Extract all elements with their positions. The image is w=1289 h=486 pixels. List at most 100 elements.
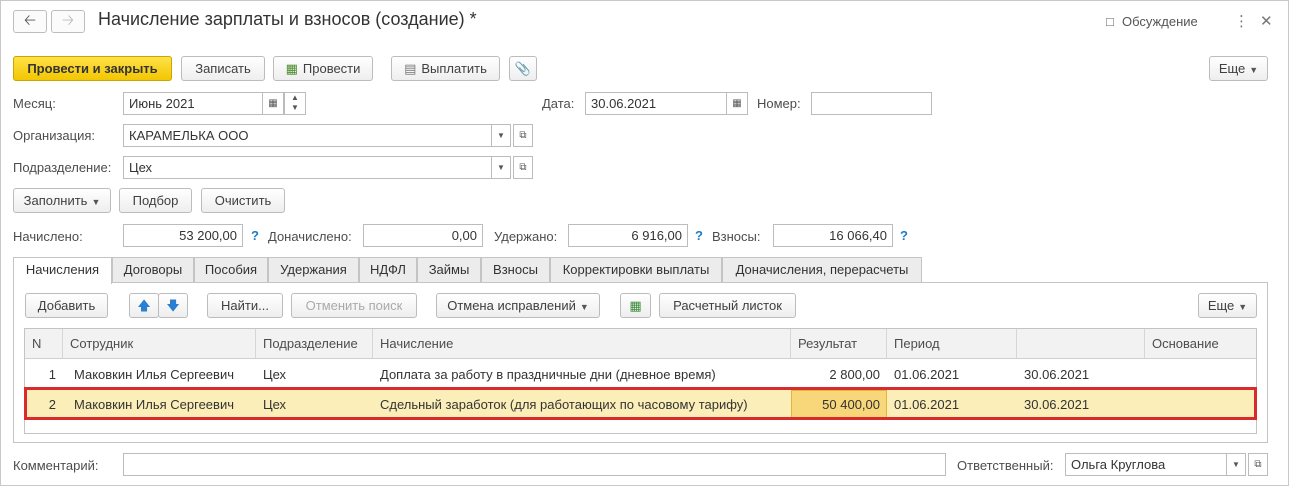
tab-accruals[interactable]: Начисления — [13, 257, 112, 284]
withheld-field: 6 916,00 — [568, 224, 688, 247]
discussion-button[interactable]: □ Обсуждение — [1106, 14, 1198, 29]
more-vertical-icon[interactable]: ⋮ — [1234, 12, 1249, 30]
cell-employee: Маковкин Илья Сергеевич — [74, 367, 234, 382]
fill-button[interactable]: Заполнить ▼ — [13, 188, 111, 213]
number-label: Номер: — [757, 96, 801, 111]
clear-button[interactable]: Очистить — [201, 188, 285, 213]
payslip-button[interactable]: Расчетный листок — [659, 293, 796, 318]
date-field[interactable]: 30.06.2021 — [585, 92, 727, 115]
comment-field[interactable] — [123, 453, 946, 476]
spin-down-icon: ▼ — [291, 103, 299, 112]
responsible-open-icon[interactable]: ⧉ — [1248, 453, 1268, 476]
save-button[interactable]: Записать — [181, 56, 265, 81]
table-row[interactable]: 1 Маковкин Илья Сергеевич Цех Доплата за… — [25, 360, 1256, 389]
cancel-corrections-label: Отмена исправлений — [447, 298, 576, 313]
column-header-basis[interactable]: Основание — [1145, 329, 1256, 359]
tab-deductions[interactable]: Удержания — [268, 257, 359, 283]
number-field[interactable] — [811, 92, 932, 115]
table-settings-button[interactable]: ▦ — [620, 293, 651, 318]
tab-loans[interactable]: Займы — [417, 257, 481, 283]
date-label: Дата: — [542, 96, 575, 111]
contrib-label: Взносы: — [712, 229, 761, 244]
cancel-search-button[interactable]: Отменить поиск — [291, 293, 417, 318]
calendar-icon[interactable]: ▦ — [262, 92, 284, 115]
accrued-field: 53 200,00 — [123, 224, 243, 247]
contrib-field: 16 066,40 — [773, 224, 893, 247]
close-icon[interactable]: ✕ — [1260, 12, 1273, 30]
tab-contracts[interactable]: Договоры — [112, 257, 194, 283]
cell-n: 1 — [48, 367, 56, 382]
department-label: Подразделение: — [13, 160, 112, 175]
select-button[interactable]: Подбор — [119, 188, 192, 213]
tab-payment-adjustments[interactable]: Корректировки выплаты — [550, 257, 722, 283]
paperclip-icon: 📎 — [514, 61, 532, 76]
back-button[interactable]: 🡠 — [13, 10, 47, 33]
arrow-up-icon: 🡅 — [137, 298, 151, 313]
dept-open-icon[interactable]: ⧉ — [513, 156, 533, 179]
corrections-chevron-down-icon: ▼ — [579, 302, 589, 312]
month-field[interactable]: Июнь 2021 — [123, 92, 263, 115]
move-down-button[interactable]: 🡇 — [158, 293, 188, 318]
chat-icon: □ — [1106, 14, 1114, 29]
responsible-field[interactable]: Ольга Круглова — [1065, 453, 1227, 476]
accrued-label: Начислено: — [13, 229, 83, 244]
move-up-button[interactable]: 🡅 — [129, 293, 159, 318]
spin-up-icon: ▲ — [291, 93, 299, 102]
fill-chevron-down-icon: ▼ — [91, 197, 101, 207]
table-more-label: Еще — [1207, 298, 1235, 313]
column-header-employee[interactable]: Сотрудник — [63, 329, 256, 359]
annotation-highlight-box — [24, 387, 1257, 420]
column-header-period[interactable]: Период — [887, 329, 1017, 359]
accrued-help-icon[interactable]: ? — [251, 228, 259, 243]
fill-button-label: Заполнить — [23, 193, 88, 208]
attach-button[interactable]: 📎 — [509, 56, 537, 81]
responsible-label: Ответственный: — [957, 458, 1054, 473]
post-button[interactable]: ▦ Провести — [273, 56, 373, 81]
table-more-button[interactable]: Еще ▼ — [1198, 293, 1257, 318]
column-header-accrual[interactable]: Начисление — [373, 329, 791, 359]
table-grid-icon: ▦ — [629, 298, 642, 313]
comment-label: Комментарий: — [13, 458, 99, 473]
pay-button-label: Выплатить — [421, 61, 487, 76]
organization-label: Организация: — [13, 128, 96, 143]
post-and-close-button[interactable]: Провести и закрыть — [13, 56, 172, 81]
post-button-label: Провести — [302, 61, 361, 76]
post-doc-icon: ▦ — [285, 61, 298, 76]
cell-department: Цех — [263, 367, 287, 382]
column-header-department[interactable]: Подразделение — [256, 329, 373, 359]
column-header-n[interactable]: N — [25, 329, 63, 359]
arrow-down-icon: 🡇 — [166, 298, 180, 313]
contrib-help-icon[interactable]: ? — [900, 228, 908, 243]
cell-basis — [1145, 360, 1256, 389]
find-button[interactable]: Найти... — [207, 293, 283, 318]
responsible-dropdown-icon[interactable]: ▼ — [1226, 453, 1246, 476]
additional-field: 0,00 — [363, 224, 483, 247]
add-button[interactable]: Добавить — [25, 293, 108, 318]
more-button-label: Еще — [1218, 61, 1246, 76]
department-field[interactable]: Цех — [123, 156, 492, 179]
tab-contributions[interactable]: Взносы — [481, 257, 550, 283]
chevron-down-icon: ▼ — [1249, 65, 1259, 75]
cancel-corrections-button[interactable]: Отмена исправлений ▼ — [436, 293, 600, 318]
forward-button[interactable]: 🡢 — [51, 10, 85, 33]
tab-recalculations[interactable]: Доначисления, перерасчеты — [722, 257, 922, 283]
dept-dropdown-icon[interactable]: ▼ — [491, 156, 511, 179]
org-dropdown-icon[interactable]: ▼ — [491, 124, 511, 147]
page-title: Начисление зарплаты и взносов (создание)… — [98, 9, 477, 29]
more-button[interactable]: Еще ▼ — [1209, 56, 1268, 81]
pay-doc-icon: ▤ — [404, 61, 417, 76]
month-spinner[interactable]: ▲ ▼ — [284, 92, 306, 115]
discussion-label: Обсуждение — [1122, 14, 1198, 29]
column-header-period-end[interactable] — [1017, 329, 1145, 359]
withheld-help-icon[interactable]: ? — [695, 228, 703, 243]
org-open-icon[interactable]: ⧉ — [513, 124, 533, 147]
organization-field[interactable]: КАРАМЕЛЬКА ООО — [123, 124, 492, 147]
date-calendar-icon[interactable]: ▦ — [726, 92, 748, 115]
column-header-result[interactable]: Результат — [791, 329, 887, 359]
tab-benefits[interactable]: Пособия — [194, 257, 268, 283]
table-more-chevron-down-icon: ▼ — [1238, 302, 1248, 312]
tab-ndfl[interactable]: НДФЛ — [359, 257, 417, 283]
pay-button[interactable]: ▤ Выплатить — [391, 56, 500, 81]
month-label: Месяц: — [13, 96, 56, 111]
arrow-left-icon: 🡠 — [23, 12, 37, 29]
